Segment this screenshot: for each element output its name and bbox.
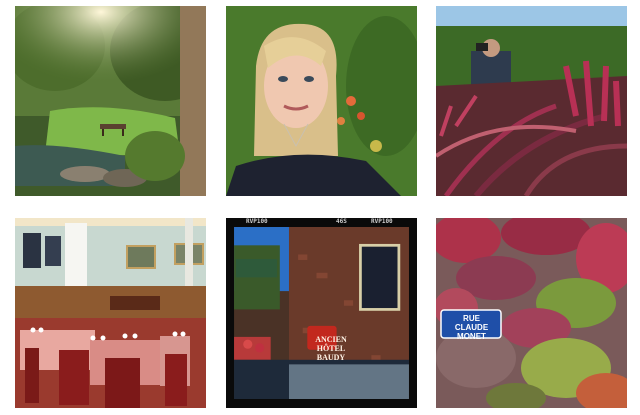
hotel-sign: ANCIEN HÔTEL BAUDY	[311, 335, 351, 362]
film-strip-top: RVP100 46S RVP100	[226, 218, 417, 227]
garden-scene	[15, 6, 206, 196]
portrait-scene	[226, 6, 417, 196]
hotel-facade-photo[interactable]: RVP100 46S RVP100 ANCIEN HÔTEL BAUDY	[226, 218, 417, 408]
photographer-scene	[436, 6, 627, 196]
street-sign: RUE CLAUDE MONET	[444, 314, 499, 341]
hotel-sign-line2: HÔTEL BAUDY	[316, 344, 346, 362]
film-code-left: RVP100	[246, 218, 268, 225]
hotel-sign-line1: ANCIEN	[315, 335, 347, 344]
film-code-right: RVP100	[371, 218, 393, 225]
ivy-wall-photo[interactable]: RUE CLAUDE MONET	[436, 218, 627, 408]
dining-room-scene	[15, 218, 206, 408]
street-sign-line1: RUE	[463, 314, 480, 323]
portrait-photo[interactable]	[226, 6, 417, 196]
garden-photo[interactable]	[15, 6, 206, 196]
ivy-wall-scene	[436, 218, 627, 408]
dining-room-photo[interactable]	[15, 218, 206, 408]
hotel-scene	[234, 227, 409, 401]
photographer-photo[interactable]	[436, 6, 627, 196]
street-sign-line2: CLAUDE MONET	[454, 323, 489, 341]
film-frame-number: 46S	[336, 218, 347, 225]
film-strip-bottom	[226, 399, 417, 408]
